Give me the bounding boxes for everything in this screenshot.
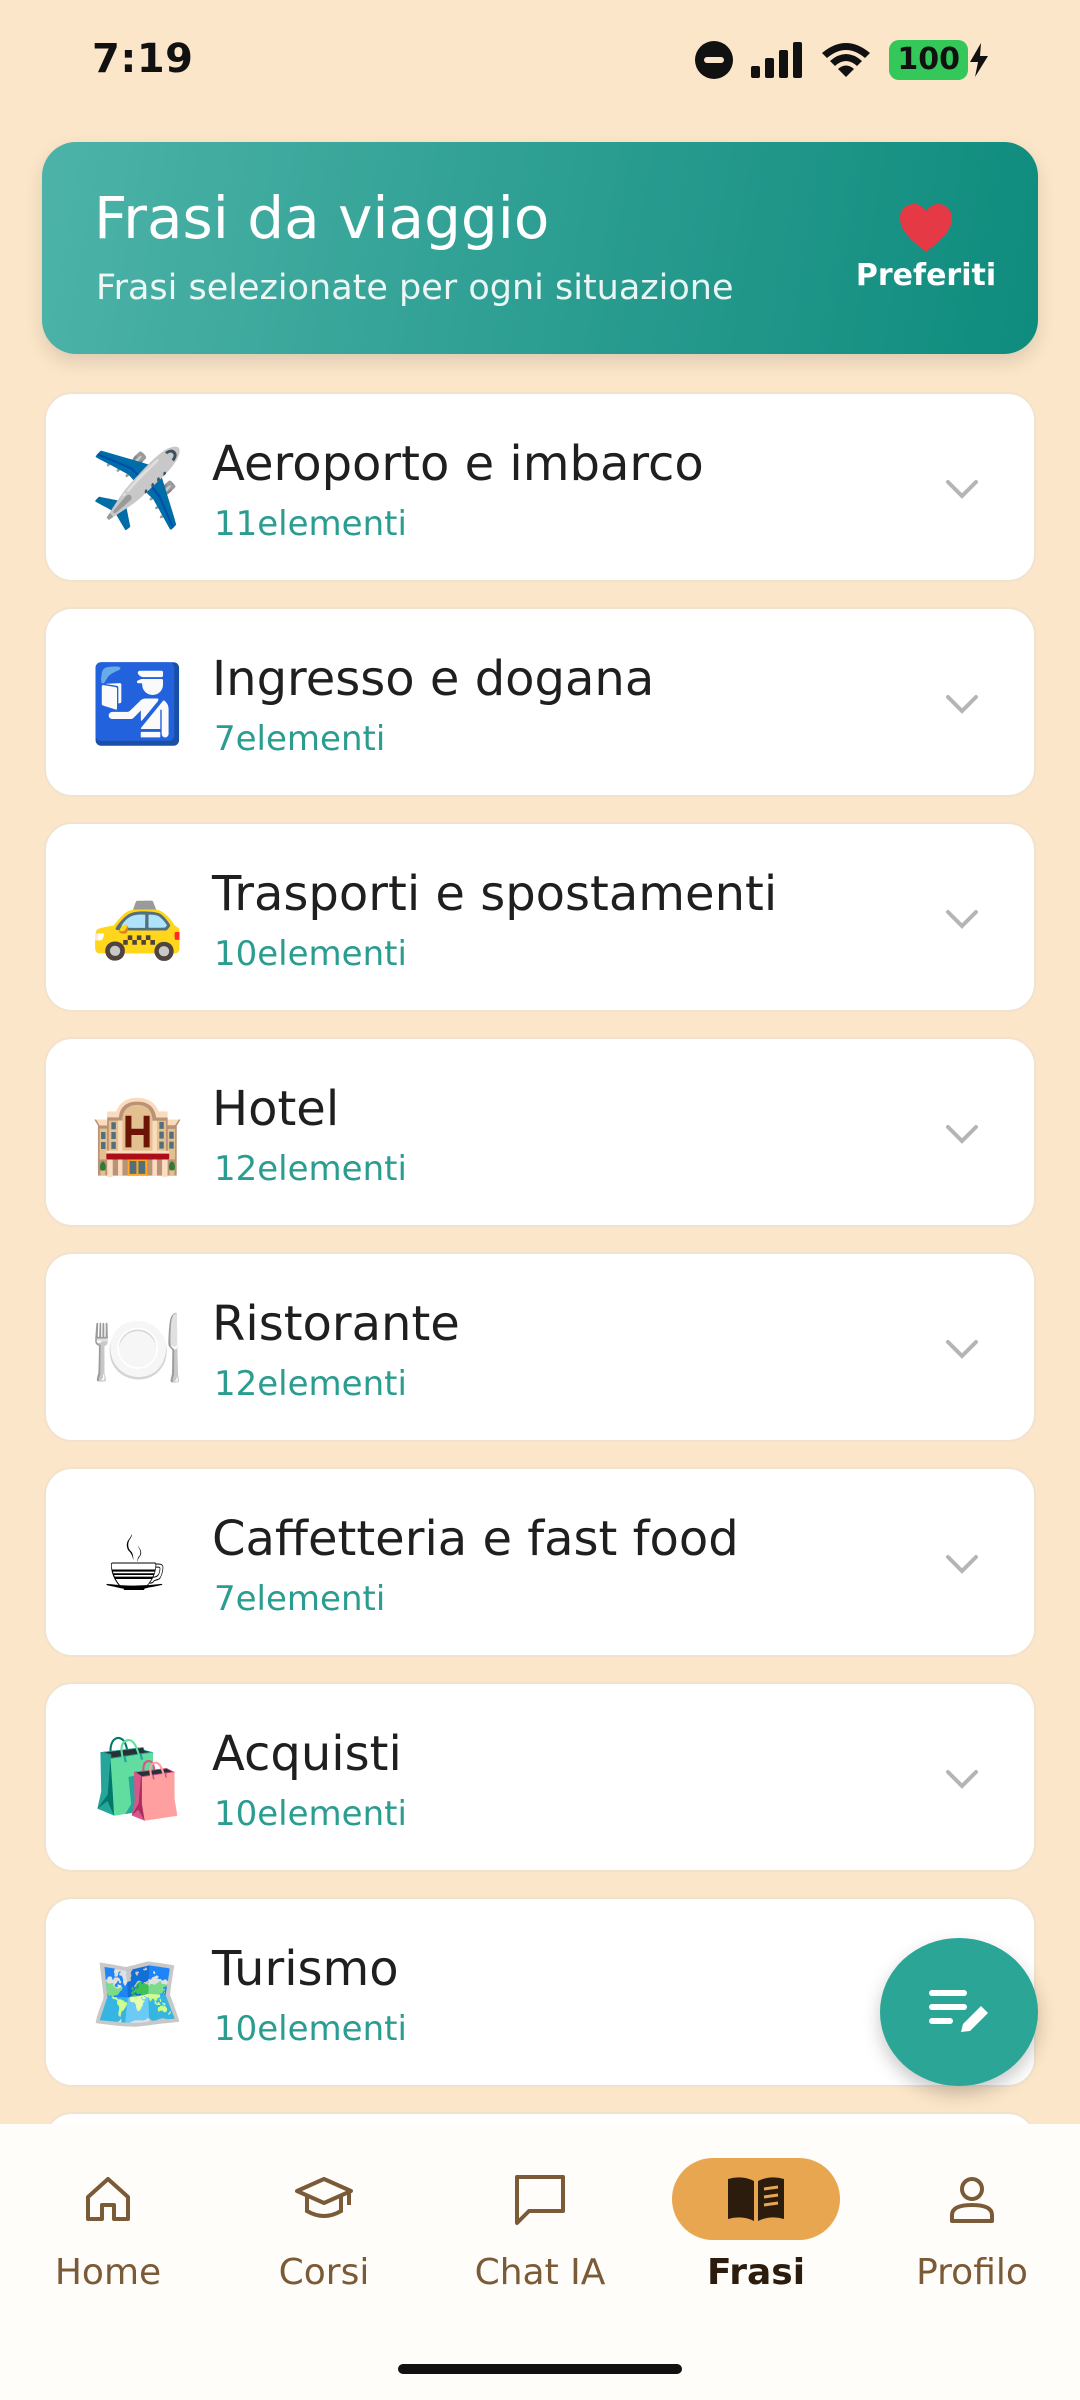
nav-item-courses[interactable]: Corsi (224, 2158, 424, 2328)
category-count: 10elementi (214, 2009, 407, 2049)
page-subtitle: Frasi selezionate per ogni situazione (96, 268, 734, 308)
favorites-button[interactable]: Preferiti (856, 202, 996, 302)
nav-icon-container (888, 2158, 1056, 2240)
chat-bubble-icon (515, 2175, 565, 2225)
nav-item-home[interactable]: Home (8, 2158, 208, 2328)
cellular-signal-icon (751, 42, 803, 78)
status-icons: 100 (695, 40, 990, 80)
nav-item-chat[interactable]: Chat IA (440, 2158, 640, 2328)
graduation-cap-icon (295, 2177, 353, 2218)
notes-edit-icon (929, 1990, 988, 2032)
category-title: Ristorante (212, 1296, 460, 1352)
charging-bolt-icon (970, 43, 988, 77)
category-card-cafe[interactable]: ☕ Caffetteria e fast food 7elementi (44, 1467, 1036, 1657)
category-title: Caffetteria e fast food (212, 1511, 739, 1567)
chevron-down-icon[interactable] (942, 1549, 982, 1579)
shopping-bags-icon: 🛍️ (90, 1734, 185, 1823)
passport-control-icon: 🛂 (90, 659, 185, 748)
chevron-down-icon[interactable] (942, 904, 982, 934)
category-card-airport[interactable]: ✈️ Aeroporto e imbarco 11elementi (44, 392, 1036, 582)
nav-label: Home (54, 2252, 162, 2293)
category-title: Acquisti (212, 1726, 402, 1782)
category-card-hotel[interactable]: 🏨 Hotel 12elementi (44, 1037, 1036, 1227)
battery-indicator: 100 (889, 40, 990, 80)
heart-icon (900, 204, 952, 252)
category-count: 7elementi (214, 719, 386, 759)
chevron-down-icon[interactable] (942, 1119, 982, 1149)
chevron-down-icon[interactable] (942, 1764, 982, 1794)
home-icon (86, 2177, 130, 2221)
header-banner: Frasi da viaggio Frasi selezionate per o… (42, 142, 1038, 354)
category-card-shopping[interactable]: 🛍️ Acquisti 10elementi (44, 1682, 1036, 1872)
compose-fab-button[interactable] (880, 1938, 1038, 2086)
nav-icon-container-active (672, 2158, 840, 2240)
favorites-label: Preferiti (855, 258, 997, 293)
status-time: 7:19 (92, 36, 194, 82)
bottom-navigation: Home Corsi Chat IA Frasi Profilo (0, 2124, 1080, 2400)
chevron-down-icon[interactable] (942, 474, 982, 504)
home-indicator[interactable] (398, 2364, 682, 2374)
world-map-icon: 🗺️ (90, 1949, 185, 2038)
app-root: 7:19 100 Frasi da viaggio Frasi selezion… (0, 0, 1080, 2400)
category-title: Aeroporto e imbarco (212, 436, 704, 492)
status-bar: 7:19 100 (0, 0, 1080, 130)
category-title: Ingresso e dogana (212, 651, 655, 707)
nav-icon-container (24, 2158, 192, 2240)
category-card-restaurant[interactable]: 🍽️ Ristorante 12elementi (44, 1252, 1036, 1442)
nav-icon-container (240, 2158, 408, 2240)
category-count: 10elementi (214, 1794, 407, 1834)
do-not-disturb-icon (695, 41, 734, 79)
nav-label: Profilo (916, 2252, 1028, 2293)
plate-cutlery-icon: 🍽️ (90, 1304, 185, 1393)
nav-label: Chat IA (474, 2252, 606, 2293)
nav-item-profile[interactable]: Profilo (872, 2158, 1072, 2328)
nav-label: Corsi (278, 2252, 370, 2293)
wifi-icon (822, 43, 871, 77)
open-book-icon (728, 2177, 784, 2221)
battery-level: 100 (889, 40, 968, 80)
nav-label-active: Frasi (706, 2252, 806, 2293)
nav-item-phrases[interactable]: Frasi (656, 2158, 856, 2328)
page-title: Frasi da viaggio (94, 184, 550, 252)
airplane-departure-icon: ✈️ (90, 444, 185, 533)
chevron-down-icon[interactable] (942, 689, 982, 719)
chevron-down-icon[interactable] (942, 1334, 982, 1364)
category-count: 10elementi (214, 934, 407, 974)
category-title: Hotel (212, 1081, 340, 1137)
category-title: Trasporti e spostamenti (212, 866, 778, 922)
category-count: 11elementi (214, 504, 407, 544)
category-title: Turismo (212, 1941, 399, 1997)
hotel-icon: 🏨 (90, 1089, 185, 1178)
person-icon (950, 2177, 994, 2223)
category-card-customs[interactable]: 🛂 Ingresso e dogana 7elementi (44, 607, 1036, 797)
category-card-transport[interactable]: 🚕 Trasporti e spostamenti 10elementi (44, 822, 1036, 1012)
coffee-cup-icon: ☕ (100, 1519, 170, 1608)
taxi-icon: 🚕 (90, 874, 185, 963)
category-count: 12elementi (214, 1149, 407, 1189)
nav-icon-container (456, 2158, 624, 2240)
category-count: 7elementi (214, 1579, 386, 1619)
category-count: 12elementi (214, 1364, 407, 1404)
